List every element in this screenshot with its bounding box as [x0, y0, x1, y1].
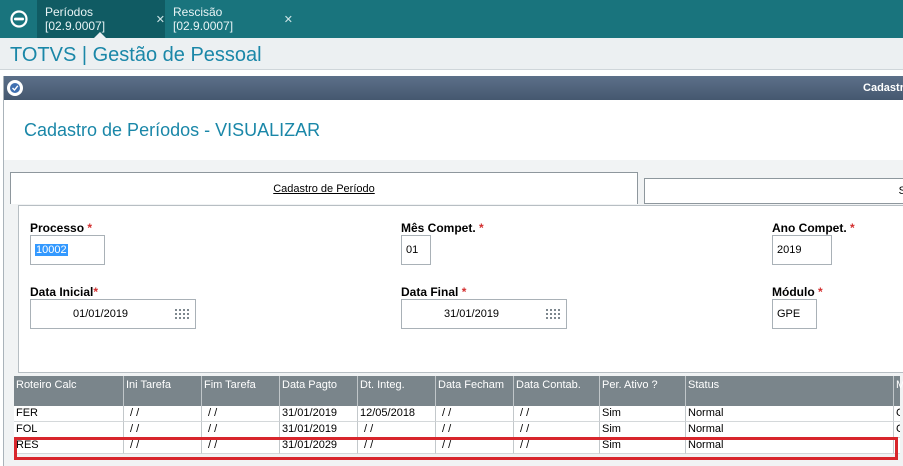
cell-dt-integ: / / — [358, 422, 436, 438]
cell-data-fecham: / / — [436, 438, 514, 454]
col-header-roteiro[interactable]: Roteiro Calc — [14, 376, 124, 406]
cell-status: Normal — [686, 406, 894, 422]
cell-data-contab: / / — [514, 422, 600, 438]
cell-fim-tarefa: / / — [202, 422, 280, 438]
form-panel: Processo * 10002 Mês Compet. * 01 Ano Co… — [18, 205, 903, 373]
tab-rescisao[interactable]: Rescisão [02.9.0007] ✕ — [165, 0, 293, 38]
ano-compet-field[interactable]: 2019 — [772, 235, 832, 265]
cell-fim-tarefa: / / — [202, 406, 280, 422]
modulo-field[interactable]: GPE — [772, 299, 817, 329]
ano-compet-label-text: Ano Compet. — [772, 221, 847, 235]
data-final-label-text: Data Final — [401, 285, 459, 299]
cell-roteiro: FOL — [14, 422, 124, 438]
app-header: TOTVS | Gestão de Pessoal — [0, 38, 903, 70]
table-row-selected[interactable]: RES / / / / 31/01/2029 / / / / / / Sim N… — [14, 438, 900, 454]
close-icon[interactable]: ✕ — [284, 13, 293, 26]
mes-compet-label: Mês Compet. * — [401, 221, 484, 235]
window-title: Cadastr — [863, 82, 903, 94]
top-tab-bar: Períodos [02.9.0007] ✕ Rescisão [02.9.00… — [0, 0, 903, 38]
totvs-logo-icon[interactable] — [0, 0, 37, 38]
required-mark: * — [87, 221, 93, 235]
processo-label-text: Processo — [30, 221, 85, 235]
ano-compet-label: Ano Compet. * — [772, 221, 855, 235]
col-header-per-ativo[interactable]: Per. Ativo ? — [600, 376, 686, 406]
data-inicial-label: Data Inicial* — [30, 285, 98, 299]
cell-data-fecham: / / — [436, 406, 514, 422]
required-mark: * — [479, 221, 484, 235]
window-icon — [7, 80, 23, 96]
cell-ini-tarefa: / / — [124, 438, 202, 454]
data-final-label: Data Final * — [401, 285, 466, 299]
cell-status: Normal — [686, 422, 894, 438]
folder-tab-cadastro[interactable]: Cadastro de Período — [10, 172, 638, 204]
required-mark: * — [850, 221, 855, 235]
cell-fim-tarefa: / / — [202, 438, 280, 454]
folder-tab-label: S — [898, 185, 903, 197]
cell-ini-tarefa: / / — [124, 422, 202, 438]
processo-label: Processo * — [30, 221, 92, 235]
col-header-data-fecham[interactable]: Data Fecham — [436, 376, 514, 406]
calendar-icon[interactable] — [546, 309, 560, 321]
required-mark: * — [93, 285, 99, 299]
cell-per-ativo: Sim — [600, 422, 686, 438]
processo-value: 10002 — [35, 244, 68, 256]
folder-tab-label: Cadastro de Período — [273, 182, 375, 195]
col-header-data-contab[interactable]: Data Contab. — [514, 376, 600, 406]
col-header-ini-tarefa[interactable]: Ini Tarefa — [124, 376, 202, 406]
cell-roteiro: RES — [14, 438, 124, 454]
cell-dt-integ: / / — [358, 438, 436, 454]
cell-per-ativo: Sim — [600, 406, 686, 422]
data-final-value: 31/01/2019 — [444, 308, 500, 320]
modulo-label-text: Módulo — [772, 285, 815, 299]
col-header-m[interactable]: M — [894, 376, 903, 406]
grid-header: Roteiro Calc Ini Tarefa Fim Tarefa Data … — [14, 376, 903, 406]
processo-field[interactable]: 10002 — [30, 235, 105, 265]
col-header-dt-integ[interactable]: Dt. Integ. — [358, 376, 436, 406]
cell-data-contab: / / — [514, 406, 600, 422]
close-icon[interactable]: ✕ — [156, 13, 165, 26]
calendar-icon[interactable] — [175, 309, 189, 321]
tab-periodos-label: Períodos [02.9.0007] — [45, 5, 106, 33]
data-inicial-label-text: Data Inicial — [30, 285, 94, 299]
modulo-label: Módulo * — [772, 285, 823, 299]
mes-compet-label-text: Mês Compet. — [401, 221, 476, 235]
table-row[interactable]: FER / / / / 31/01/2019 12/05/2018 / / / … — [14, 406, 900, 422]
form-title: Cadastro de Períodos - VISUALIZAR — [24, 120, 321, 140]
cell-ini-tarefa: / / — [124, 406, 202, 422]
ano-compet-value: 2019 — [777, 244, 802, 256]
cell-roteiro: FER — [14, 406, 124, 422]
cell-m: G — [894, 422, 900, 438]
cell-m — [894, 438, 900, 454]
col-header-status[interactable]: Status — [686, 376, 894, 406]
cell-data-fecham: / / — [436, 422, 514, 438]
col-header-fim-tarefa[interactable]: Fim Tarefa — [202, 376, 280, 406]
app-title: TOTVS | Gestão de Pessoal — [10, 44, 262, 66]
data-inicial-value: 01/01/2019 — [73, 308, 129, 320]
col-header-data-pagto[interactable]: Data Pagto — [280, 376, 358, 406]
form-header: Cadastro de Períodos - VISUALIZAR — [4, 100, 903, 160]
cell-data-pagto: 31/01/2029 — [280, 438, 358, 454]
cell-data-contab: / / — [514, 438, 600, 454]
required-mark: * — [461, 285, 467, 299]
cell-data-pagto: 31/01/2019 — [280, 422, 358, 438]
cell-per-ativo: Sim — [600, 438, 686, 454]
data-final-field[interactable]: 31/01/2019 — [401, 299, 567, 329]
cell-status: Normal — [686, 438, 894, 454]
required-mark: * — [818, 285, 823, 299]
table-row[interactable]: FOL / / / / 31/01/2019 / / / / / / Sim N… — [14, 422, 900, 438]
mes-compet-value: 01 — [406, 244, 419, 256]
folder-tab-second[interactable]: S — [644, 178, 903, 204]
window-titlebar: Cadastr — [4, 76, 903, 100]
mes-compet-field[interactable]: 01 — [401, 235, 431, 265]
modulo-value: GPE — [777, 308, 801, 320]
cell-m: G — [894, 406, 900, 422]
tab-rescisao-label: Rescisão [02.9.0007] — [173, 5, 234, 33]
cell-dt-integ: 12/05/2018 — [358, 406, 436, 422]
data-inicial-field[interactable]: 01/01/2019 — [30, 299, 196, 329]
cell-data-pagto: 31/01/2019 — [280, 406, 358, 422]
